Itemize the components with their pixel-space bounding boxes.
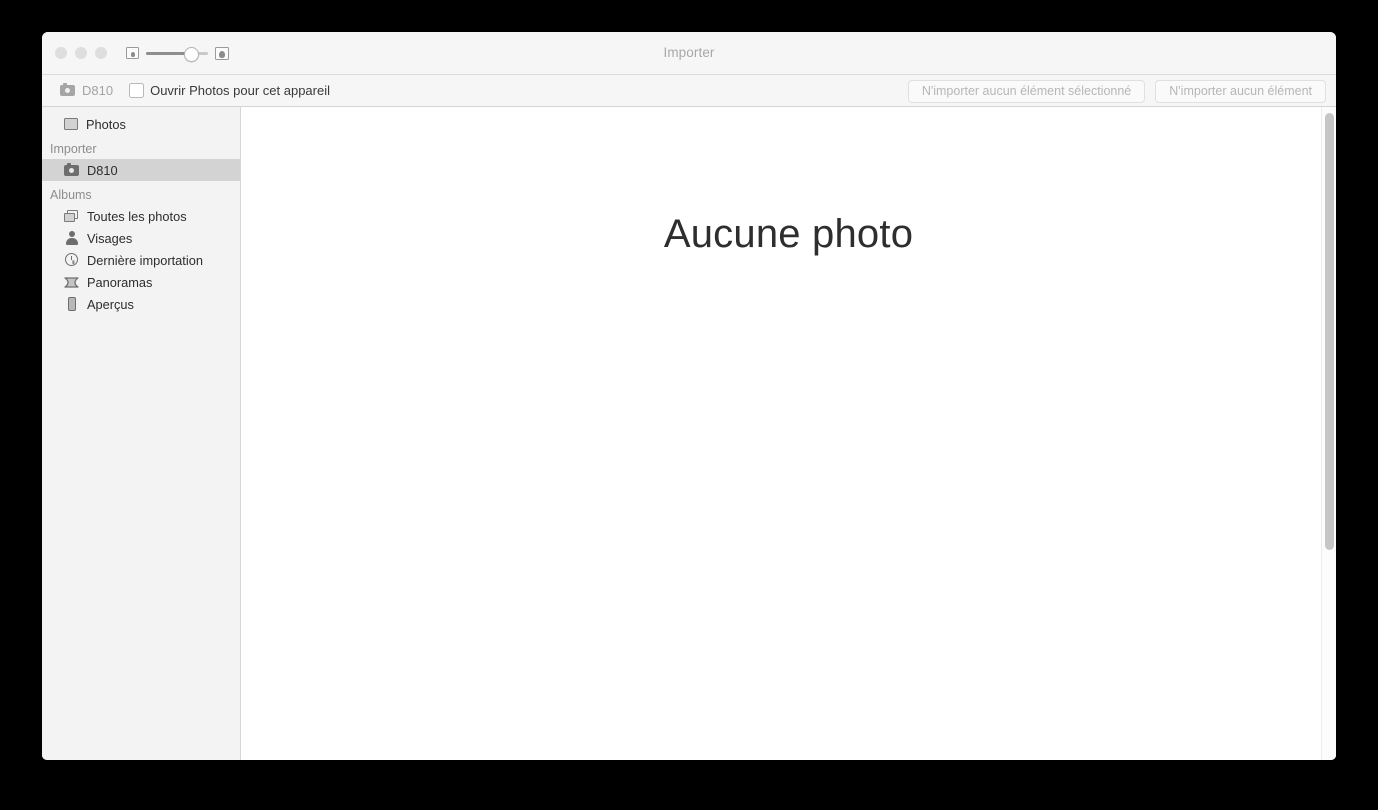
sidebar-item-label: Toutes les photos xyxy=(87,208,187,224)
camera-icon xyxy=(60,83,75,96)
sidebar-item-label: D810 xyxy=(87,162,118,178)
open-photos-checkbox-row[interactable]: Ouvrir Photos pour cet appareil xyxy=(129,83,330,98)
window-body: Photos Importer D810 Albums Toutes les p… xyxy=(42,107,1336,760)
sidebar: Photos Importer D810 Albums Toutes les p… xyxy=(42,107,241,760)
sidebar-item-label: Panoramas xyxy=(87,274,153,290)
sidebar-section-albums: Albums xyxy=(50,188,92,202)
import-toolbar: D810 Ouvrir Photos pour cet appareil N'i… xyxy=(42,75,1336,107)
photos-icon xyxy=(64,118,78,130)
empty-state-message: Aucune photo xyxy=(663,212,914,256)
faces-icon xyxy=(64,231,79,246)
window-title: Importer xyxy=(663,45,715,60)
window-titlebar: Importer xyxy=(42,32,1336,75)
device-name-label: D810 xyxy=(82,83,114,98)
vertical-scrollbar[interactable] xyxy=(1321,107,1336,760)
clock-icon xyxy=(64,253,79,268)
sidebar-item-label: Visages xyxy=(87,230,133,246)
import-window: Importer D810 Ouvrir Photos pour cet app… xyxy=(42,32,1336,760)
preview-icon xyxy=(64,297,79,312)
import-selected-button[interactable]: N'importer aucun élément sélectionné xyxy=(907,80,1146,103)
sidebar-item-label: Aperçus xyxy=(87,296,134,312)
open-photos-checkbox-label: Ouvrir Photos pour cet appareil xyxy=(150,83,331,98)
sidebar-item-derniere-importation[interactable]: Dernière importation xyxy=(42,249,240,271)
content-area: Aucune photo xyxy=(241,107,1336,760)
scrollbar-thumb[interactable] xyxy=(1325,113,1334,550)
import-all-button[interactable]: N'importer aucun élément xyxy=(1155,80,1326,103)
sidebar-item-d810[interactable]: D810 xyxy=(42,159,240,181)
sidebar-item-toutes-les-photos[interactable]: Toutes les photos xyxy=(42,205,240,227)
sidebar-item-label: Photos xyxy=(86,116,126,132)
panorama-icon xyxy=(64,275,79,290)
all-photos-icon xyxy=(64,209,79,223)
sidebar-item-photos[interactable]: Photos xyxy=(42,113,240,135)
sidebar-item-panoramas[interactable]: Panoramas xyxy=(42,271,240,293)
open-photos-checkbox[interactable] xyxy=(129,83,145,98)
sidebar-item-apercus[interactable]: Aperçus xyxy=(42,293,240,315)
sidebar-item-visages[interactable]: Visages xyxy=(42,227,240,249)
device-group: D810 Ouvrir Photos pour cet appareil xyxy=(60,75,330,106)
import-buttons: N'importer aucun élément sélectionné N'i… xyxy=(907,80,1326,103)
sidebar-item-label: Dernière importation xyxy=(87,252,203,268)
camera-icon xyxy=(64,162,79,176)
sidebar-section-importer: Importer xyxy=(50,142,97,156)
